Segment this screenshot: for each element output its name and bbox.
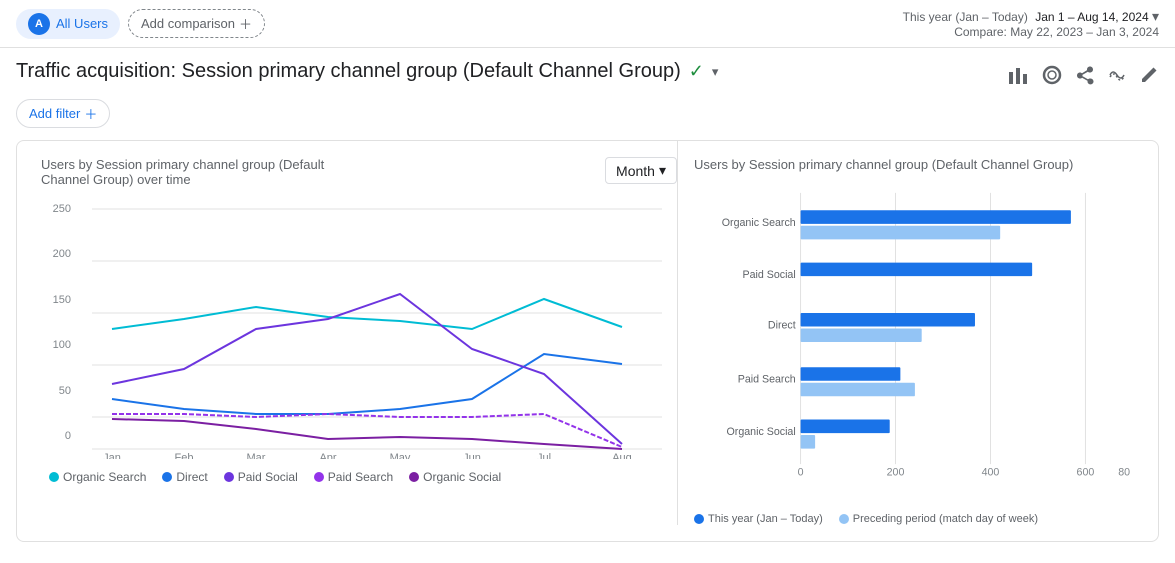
bar-chart-svg: Organic Search Paid Social Direct Paid S… [694,188,1130,498]
legend-label-organic-search: Organic Search [63,470,146,484]
date-info: This year (Jan – Today) Jan 1 – Aug 14, … [903,8,1159,39]
legend-label-organic-social: Organic Social [423,470,501,484]
left-chart: Users by Session primary channel group (… [33,141,678,525]
legend-dot-organic-search [49,472,59,482]
svg-text:Organic Social: Organic Social [727,426,796,438]
legend-dot-organic-social [409,472,419,482]
add-comparison-label: Add comparison [141,16,235,31]
page-header: Traffic acquisition: Session primary cha… [0,48,1175,99]
y-label-50: 50 [41,385,71,397]
y-label-0: 0 [41,430,71,442]
legend-dot-paid-search [314,472,324,482]
right-chart: Users by Session primary channel group (… [678,141,1142,525]
left-chart-header: Users by Session primary channel group (… [41,157,677,187]
left-chart-title: Users by Session primary channel group (… [41,157,361,187]
title-check-icon: ✓ [689,61,704,82]
right-legend-label-preceding: Preceding period (match day of week) [853,513,1038,525]
svg-text:800: 800 [1118,467,1130,479]
right-chart-legend: This year (Jan – Today) Preceding period… [694,513,1130,525]
page-title: Traffic acquisition: Session primary cha… [16,60,681,83]
top-left: A All Users Add comparison ＋ [16,9,265,39]
svg-text:Jul: Jul [537,452,551,459]
date-range: Jan 1 – Aug 14, 2024 [1035,10,1148,24]
svg-text:Feb: Feb [175,452,194,459]
svg-text:Jun: Jun [463,452,481,459]
y-label-100: 100 [41,339,71,351]
line-chart-svg-col: Jan Feb Mar Apr May Jun Jul Aug [77,199,677,462]
svg-text:May: May [390,452,411,459]
legend-label-direct: Direct [176,470,207,484]
svg-text:Mar: Mar [247,452,266,459]
svg-text:Paid Social: Paid Social [742,269,795,281]
top-bar: A All Users Add comparison ＋ This year (… [0,0,1175,48]
month-chevron-icon: ▾ [659,162,666,179]
charts-container: Users by Session primary channel group (… [16,140,1159,542]
month-select[interactable]: Month ▾ [605,157,677,184]
y-axis-labels: 250 200 150 100 50 0 [41,199,77,462]
title-chevron-icon[interactable]: ▾ [712,64,719,80]
user-label: All Users [56,16,108,31]
y-label-250: 250 [41,203,71,215]
page-title-row: Traffic acquisition: Session primary cha… [16,60,718,83]
svg-text:Paid Search: Paid Search [738,374,796,386]
compare-icon[interactable] [1107,65,1127,90]
line-chart-wrap: 250 200 150 100 50 0 [41,199,677,462]
bar-chart-icon[interactable] [1007,64,1029,91]
legend-label-paid-search: Paid Search [328,470,393,484]
filter-plus-icon: ＋ [84,104,97,123]
plus-icon: ＋ [239,14,252,33]
right-legend-preceding: Preceding period (match day of week) [839,513,1038,525]
svg-text:400: 400 [982,467,1000,479]
svg-text:Jan: Jan [103,452,121,459]
legend-organic-search: Organic Search [49,470,146,484]
header-icons [1007,64,1159,91]
svg-text:Direct: Direct [768,319,796,331]
edit-icon[interactable] [1139,65,1159,90]
legend-label-paid-social: Paid Social [238,470,298,484]
line-chart-svg: Jan Feb Mar Apr May Jun Jul Aug [77,199,677,459]
legend-paid-search: Paid Search [314,470,393,484]
right-legend-dot-preceding [839,514,849,524]
add-filter-label: Add filter [29,106,80,121]
bar-chart-svg-wrap: Organic Search Paid Social Direct Paid S… [694,188,1130,501]
y-label-200: 200 [41,248,71,260]
user-avatar: A [28,13,50,35]
legend-dot-paid-social [224,472,234,482]
compare-label: Compare: May 22, 2023 – Jan 3, 2024 [903,25,1159,39]
this-year-label: This year (Jan – Today) [903,10,1028,24]
filter-row: Add filter ＋ [0,99,1175,140]
svg-text:200: 200 [887,467,905,479]
svg-text:Apr: Apr [319,452,336,459]
svg-text:Organic Search: Organic Search [722,217,796,229]
donut-chart-icon[interactable] [1041,64,1063,91]
y-label-150: 150 [41,294,71,306]
share-icon[interactable] [1075,65,1095,90]
right-chart-title: Users by Session primary channel group (… [694,157,1130,172]
add-comparison-button[interactable]: Add comparison ＋ [128,9,265,38]
right-legend-this-year: This year (Jan – Today) [694,513,823,525]
right-legend-dot-this-year [694,514,704,524]
legend-dot-direct [162,472,172,482]
all-users-chip[interactable]: A All Users [16,9,120,39]
date-chevron-icon[interactable]: ▾ [1152,8,1159,24]
add-filter-button[interactable]: Add filter ＋ [16,99,110,128]
month-label: Month [616,163,655,179]
svg-text:0: 0 [798,467,804,479]
svg-text:600: 600 [1077,467,1095,479]
line-chart-legend: Organic Search Direct Paid Social Paid S… [41,462,677,492]
legend-paid-social: Paid Social [224,470,298,484]
svg-text:Aug: Aug [612,452,632,459]
right-legend-label-this-year: This year (Jan – Today) [708,513,823,525]
legend-organic-social: Organic Social [409,470,501,484]
legend-direct: Direct [162,470,207,484]
